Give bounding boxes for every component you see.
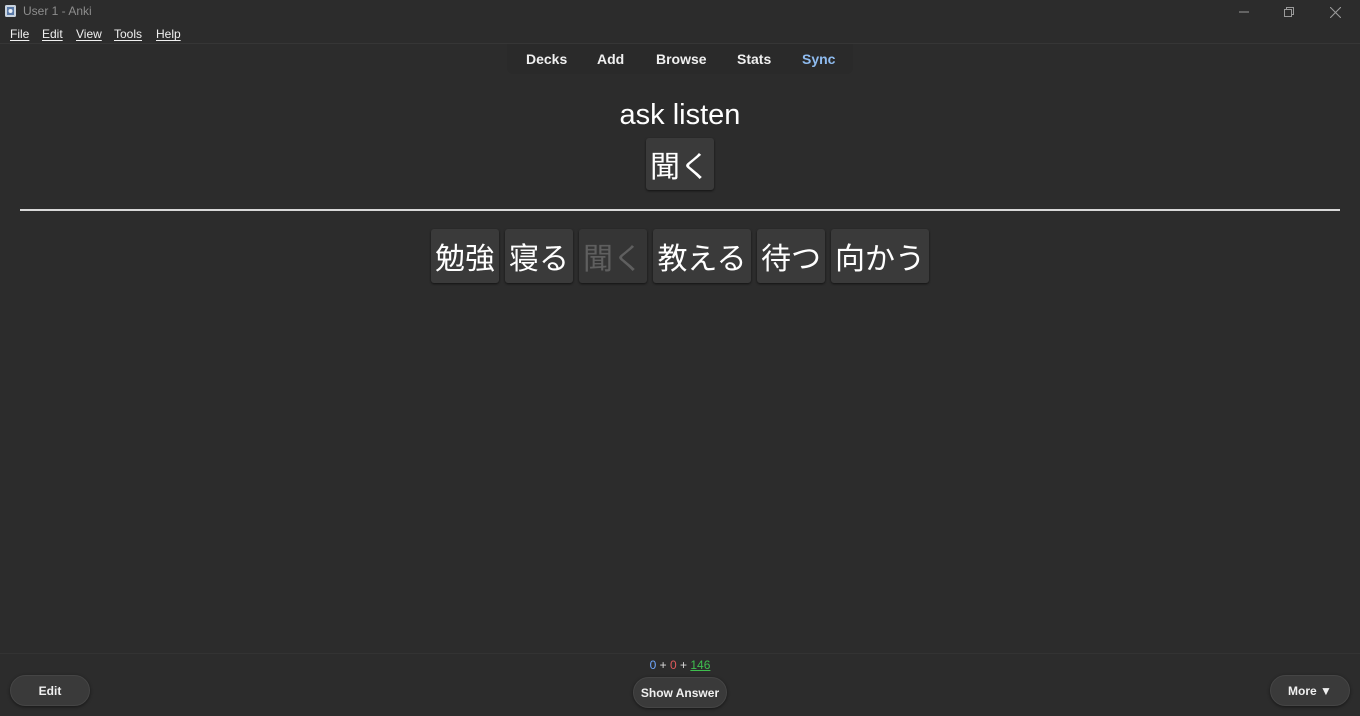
close-button[interactable] <box>1312 0 1358 24</box>
show-answer-button[interactable]: Show Answer <box>633 677 727 708</box>
question-kanji: 聞く <box>646 138 714 190</box>
toolbar-browse[interactable]: Browse <box>656 51 707 67</box>
toolbar-stats[interactable]: Stats <box>737 51 771 67</box>
choice-3[interactable]: 聞く <box>579 229 647 283</box>
menu-help[interactable]: Help <box>156 27 181 41</box>
title-bar: User 1 - Anki <box>0 0 1360 24</box>
count-separator: + <box>659 658 667 672</box>
minimize-icon <box>1239 11 1249 13</box>
choice-1[interactable]: 勉強 <box>431 229 499 283</box>
menu-file[interactable]: File <box>10 27 29 41</box>
anki-app-icon <box>5 5 16 17</box>
choice-2[interactable]: 寝る <box>505 229 573 283</box>
restore-button[interactable] <box>1266 0 1312 24</box>
menu-bar: File Edit View Tools Help <box>0 24 1360 43</box>
close-icon <box>1329 6 1341 18</box>
answer-divider <box>20 209 1340 211</box>
review-count: 146 <box>690 658 711 672</box>
toolbar-decks[interactable]: Decks <box>526 51 567 67</box>
choice-5[interactable]: 待つ <box>757 229 825 283</box>
bottom-separator <box>0 653 1360 654</box>
restore-icon <box>1284 7 1294 17</box>
edit-button[interactable]: Edit <box>10 675 90 706</box>
window-title: User 1 - Anki <box>23 4 92 18</box>
choice-6[interactable]: 向かう <box>831 229 929 283</box>
toolbar-add[interactable]: Add <box>597 51 624 67</box>
card-prompt: ask listen <box>619 99 741 131</box>
toolbar-sync[interactable]: Sync <box>802 51 835 67</box>
more-button[interactable]: More ▼ <box>1270 675 1350 706</box>
main-toolbar: Decks Add Browse Stats Sync <box>507 44 853 74</box>
menu-view[interactable]: View <box>76 27 102 41</box>
choice-4[interactable]: 教える <box>653 229 751 283</box>
count-separator: + <box>680 658 688 672</box>
new-count: 0 <box>649 658 657 672</box>
menu-edit[interactable]: Edit <box>42 27 63 41</box>
menu-tools[interactable]: Tools <box>114 27 142 41</box>
due-counts: 0 + 0 + 146 <box>0 658 1360 672</box>
learn-count: 0 <box>669 658 677 672</box>
minimize-button[interactable] <box>1221 0 1267 24</box>
